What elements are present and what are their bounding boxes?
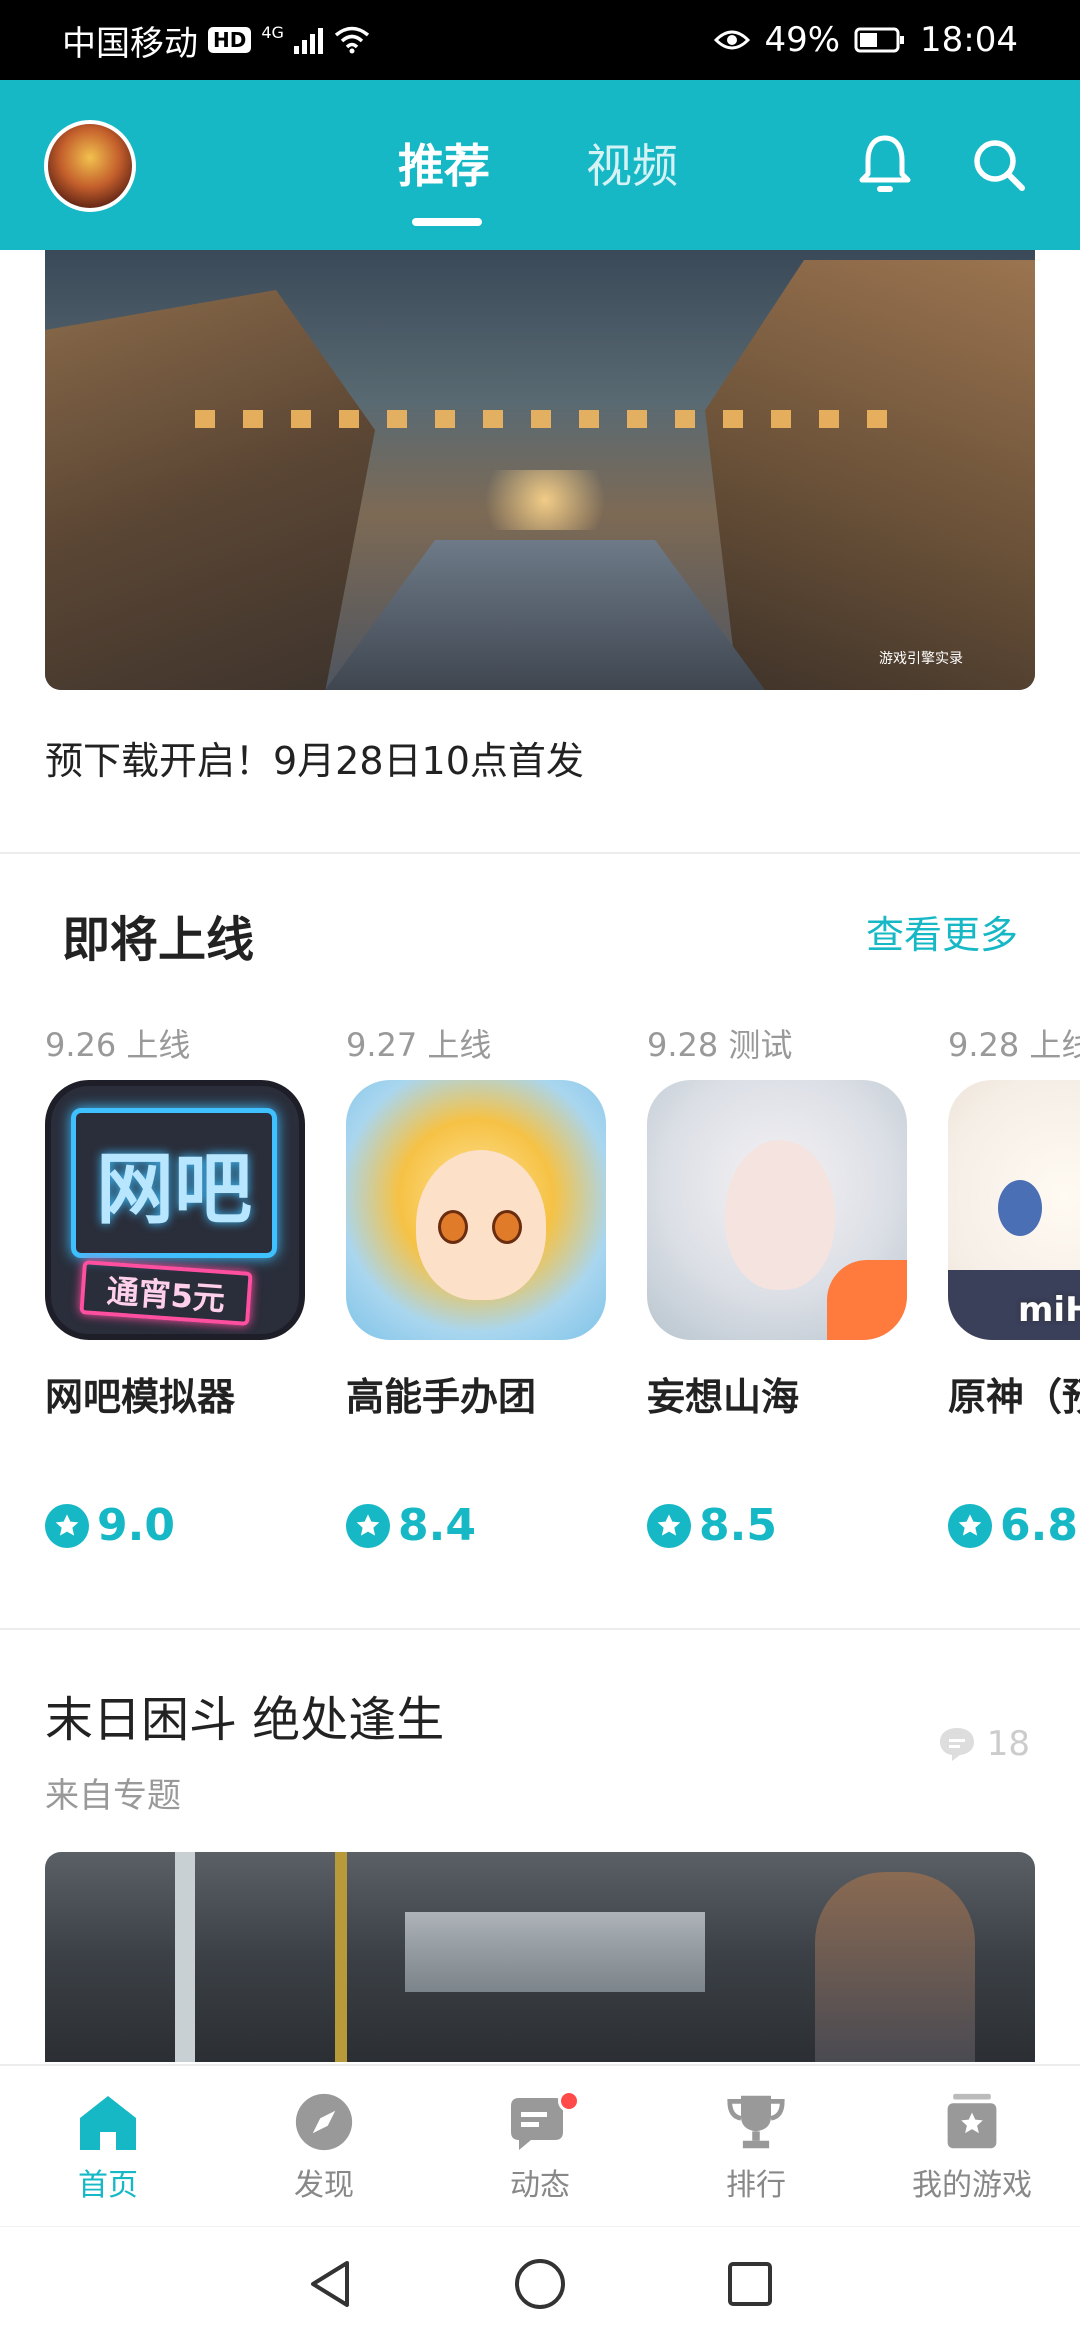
comment-icon xyxy=(939,1728,974,1761)
back-triangle-icon xyxy=(311,2260,349,2307)
hd-badge: HD xyxy=(208,27,252,53)
home-button[interactable] xyxy=(510,2254,570,2314)
rating-value: 6.8 xyxy=(1000,1500,1078,1551)
see-more-link[interactable]: 查看更多 xyxy=(866,904,1018,959)
game-icon-art xyxy=(998,1180,1042,1236)
wifi-icon xyxy=(334,26,370,54)
topic-source: 来自专题 xyxy=(45,1776,181,1816)
game-icon-art xyxy=(492,1210,522,1244)
signal-icon xyxy=(293,28,323,54)
game-icon-neon-text: 网吧 xyxy=(71,1108,277,1258)
compass-icon xyxy=(295,2093,353,2151)
banner-scene xyxy=(465,470,625,530)
search-icon[interactable] xyxy=(964,130,1034,200)
banner-scene xyxy=(45,290,375,690)
nav-label: 发现 xyxy=(294,2168,354,2203)
carrier-name: 中国移动 xyxy=(62,23,198,64)
game-name: 原神（预下载） xyxy=(948,1375,1080,1419)
star-icon xyxy=(647,1503,691,1548)
game-icon[interactable]: 网吧 通宵5元 xyxy=(45,1080,305,1340)
clock: 18:04 xyxy=(920,20,1018,60)
game-name: 高能手办团 xyxy=(346,1375,537,1419)
trophy-icon xyxy=(727,2095,785,2149)
comment-count-value: 18 xyxy=(986,1724,1030,1764)
battery-icon xyxy=(854,27,905,53)
tab-video[interactable]: 视频 xyxy=(586,130,678,196)
star-icon xyxy=(346,1503,390,1548)
nav-item-discover[interactable]: 发现 xyxy=(216,2066,432,2226)
topic-image-art xyxy=(815,1872,975,2062)
home-icon xyxy=(80,2096,136,2150)
game-icon[interactable] xyxy=(647,1080,907,1340)
topic-image-art xyxy=(335,1852,347,2062)
game-card[interactable]: 9.27 上线 高能手办团 8.4 xyxy=(346,1020,606,1580)
topic-image[interactable] xyxy=(45,1852,1035,2062)
game-icon-art xyxy=(725,1140,835,1290)
tab-recommend[interactable]: 推荐 xyxy=(398,130,490,196)
user-avatar[interactable] xyxy=(44,120,136,212)
nav-item-ranking[interactable]: 排行 xyxy=(648,2066,864,2226)
game-icon-art xyxy=(416,1150,546,1300)
nav-label: 我的游戏 xyxy=(912,2168,1032,2203)
nav-label: 首页 xyxy=(78,2168,138,2203)
section-title: 即将上线 xyxy=(62,912,255,968)
nav-item-home[interactable]: 首页 xyxy=(0,2066,216,2226)
app-header: 推荐 视频 xyxy=(0,80,1080,250)
status-bar: 中国移动 HD 4G 49% 18:04 xyxy=(0,0,1080,80)
game-name: 网吧模拟器 xyxy=(45,1375,236,1419)
nav-label: 排行 xyxy=(726,2168,786,2203)
banner-scene xyxy=(705,260,1035,690)
system-navigation-bar xyxy=(0,2226,1080,2340)
game-icon-logo: miHoYo xyxy=(1018,1290,1080,1330)
network-type: 4G xyxy=(261,22,284,42)
active-tab-indicator xyxy=(412,218,482,226)
game-rating: 8.5 xyxy=(647,1500,777,1551)
game-release-date: 9.28 测试 xyxy=(647,1026,793,1064)
topic-image-art xyxy=(405,1912,705,1992)
bell-icon[interactable] xyxy=(850,130,920,200)
game-release-date: 9.26 上线 xyxy=(45,1026,191,1064)
game-library-icon xyxy=(947,2093,997,2149)
battery-percent: 49% xyxy=(764,20,841,60)
game-icon-sign-text: 通宵5元 xyxy=(79,1260,253,1326)
game-release-date: 9.27 上线 xyxy=(346,1026,492,1064)
banner-scene xyxy=(325,540,765,690)
game-card[interactable]: 9.28 测试 妄想山海 8.5 xyxy=(647,1020,907,1580)
game-release-date: 9.28 上线 xyxy=(948,1026,1080,1064)
back-button[interactable] xyxy=(300,2254,360,2314)
rating-value: 9.0 xyxy=(97,1500,175,1551)
bottom-navigation: 首页 发现 动态 排行 我的游戏 xyxy=(0,2064,1080,2226)
eye-icon xyxy=(714,30,751,50)
game-icon[interactable] xyxy=(346,1080,606,1340)
section-divider xyxy=(0,852,1080,854)
nav-item-feed[interactable]: 动态 xyxy=(432,2066,648,2226)
star-icon xyxy=(948,1503,992,1548)
game-card[interactable]: 9.28 上线 miHoYo 原神（预下载） 6.8 xyxy=(948,1020,1080,1580)
nav-label: 动态 xyxy=(510,2168,570,2203)
game-name: 妄想山海 xyxy=(647,1375,800,1419)
nav-item-my-games[interactable]: 我的游戏 xyxy=(864,2066,1080,2226)
game-icon-art xyxy=(438,1210,468,1244)
recents-square-icon xyxy=(728,2261,772,2306)
game-icon-art xyxy=(827,1260,907,1340)
rating-value: 8.5 xyxy=(699,1500,777,1551)
banner-caption[interactable]: 预下载开启！9月28日10点首发 xyxy=(45,730,584,785)
star-icon xyxy=(45,1503,89,1548)
comment-count[interactable]: 18 xyxy=(937,1724,1030,1764)
home-circle-icon xyxy=(515,2258,565,2309)
rating-value: 8.4 xyxy=(398,1500,476,1551)
featured-banner[interactable]: 游戏引擎实录 xyxy=(45,250,1035,690)
topic-title[interactable]: 末日困斗 绝处逢生 xyxy=(45,1680,444,1750)
section-divider xyxy=(0,1628,1080,1630)
game-rating: 8.4 xyxy=(346,1500,476,1551)
game-rating: 6.8 xyxy=(948,1500,1078,1551)
topic-image-art xyxy=(175,1852,195,2062)
banner-watermark: 游戏引擎实录 xyxy=(879,651,963,667)
game-icon[interactable]: miHoYo xyxy=(948,1080,1080,1340)
notification-badge xyxy=(558,2090,580,2112)
game-card[interactable]: 9.26 上线 网吧 通宵5元 网吧模拟器 9.0 xyxy=(45,1020,305,1580)
recents-button[interactable] xyxy=(720,2254,780,2314)
game-rating: 9.0 xyxy=(45,1500,175,1551)
